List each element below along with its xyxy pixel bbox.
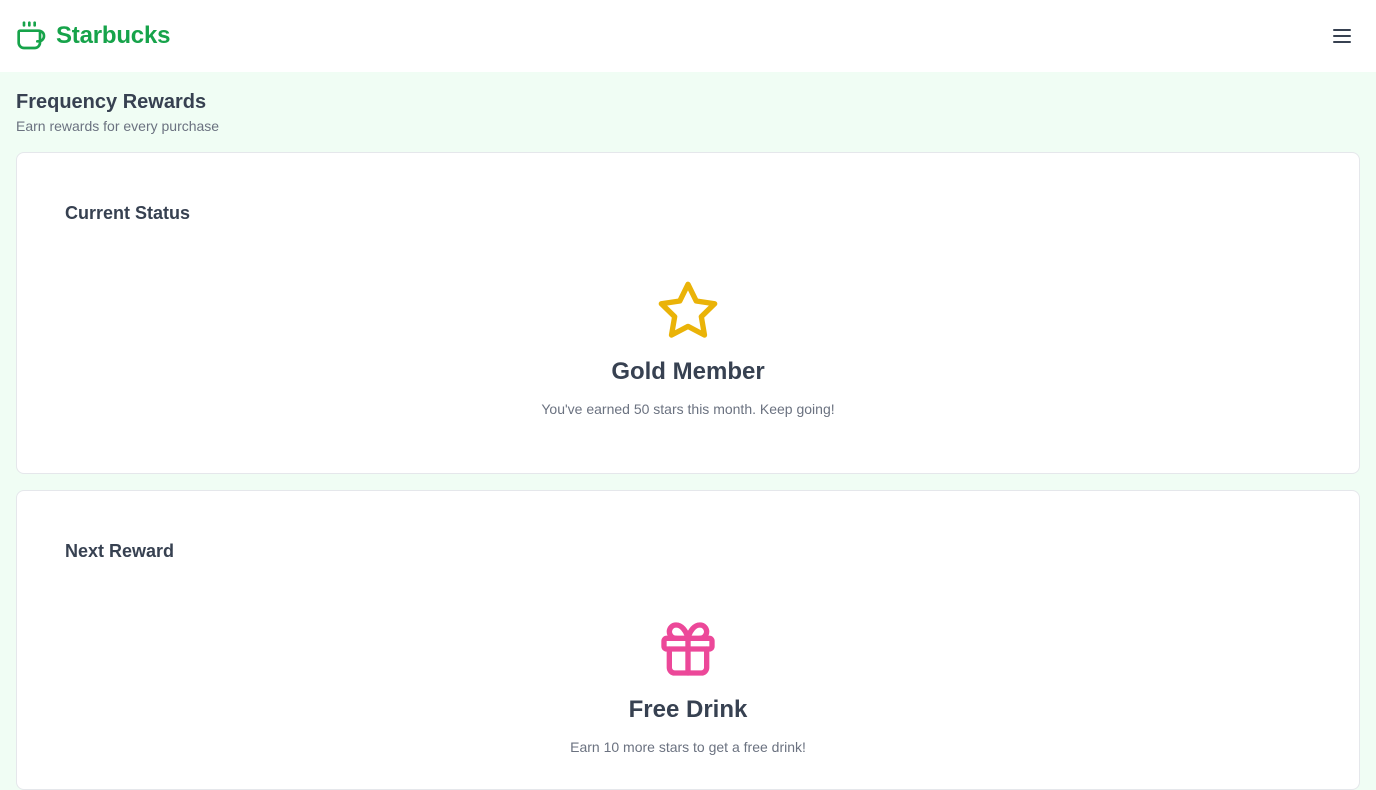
brand[interactable]: Starbucks xyxy=(16,20,170,52)
page-subtitle: Earn rewards for every purchase xyxy=(16,118,220,134)
brand-name: Starbucks xyxy=(56,22,171,49)
status-description: You've earned 50 stars this month. Keep … xyxy=(541,401,835,417)
app-header: Starbucks xyxy=(0,0,1376,72)
card-title: Next Reward xyxy=(65,541,175,561)
star-icon xyxy=(658,281,718,338)
card-body: Gold Member You've earned 50 stars this … xyxy=(17,279,1359,419)
card-title: Current Status xyxy=(65,203,191,223)
reward-description: Earn 10 more stars to get a free drink! xyxy=(570,739,806,755)
coffee-cup-icon xyxy=(17,21,46,50)
current-status-card: Current Status Gold Member You've earned… xyxy=(16,152,1360,474)
membership-level: Gold Member xyxy=(611,358,765,385)
page-title: Frequency Rewards xyxy=(16,91,207,113)
next-reward-card: Next Reward Free Drink Earn 10 more star… xyxy=(16,490,1360,790)
gift-icon xyxy=(661,622,715,676)
page-header: Frequency Rewards Earn rewards for every… xyxy=(16,90,219,135)
hamburger-menu-icon xyxy=(1333,29,1351,43)
reward-name: Free Drink xyxy=(628,696,748,723)
menu-button[interactable] xyxy=(1330,24,1354,48)
card-body: Free Drink Earn 10 more stars to get a f… xyxy=(17,617,1359,757)
